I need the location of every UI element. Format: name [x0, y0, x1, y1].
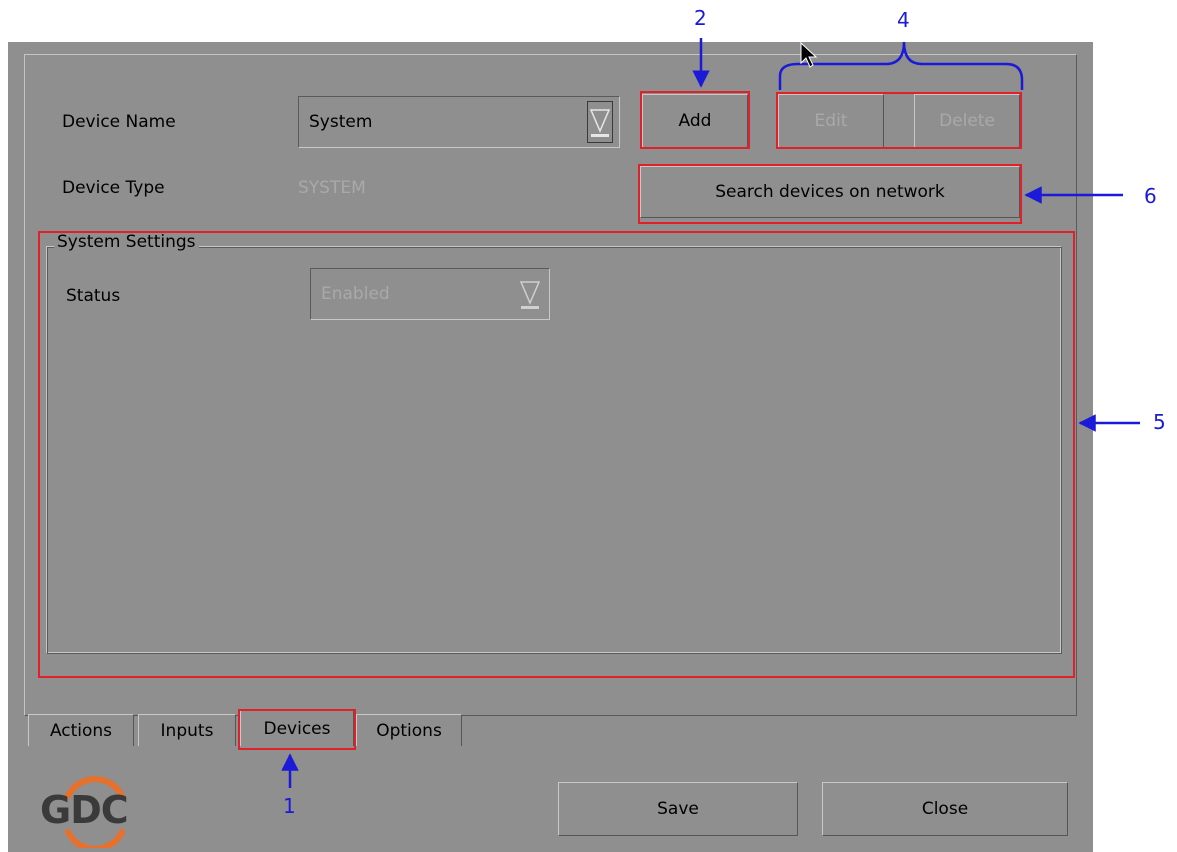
annotation-6: 6: [1144, 184, 1157, 208]
annotation-5: 5: [1153, 410, 1166, 434]
mouse-cursor-icon: [800, 42, 818, 68]
annotation-2: 2: [694, 6, 707, 30]
annotation-1: 1: [283, 794, 296, 818]
annotation-4: 4: [897, 8, 910, 32]
annotation-overlay: [281, 38, 1140, 788]
